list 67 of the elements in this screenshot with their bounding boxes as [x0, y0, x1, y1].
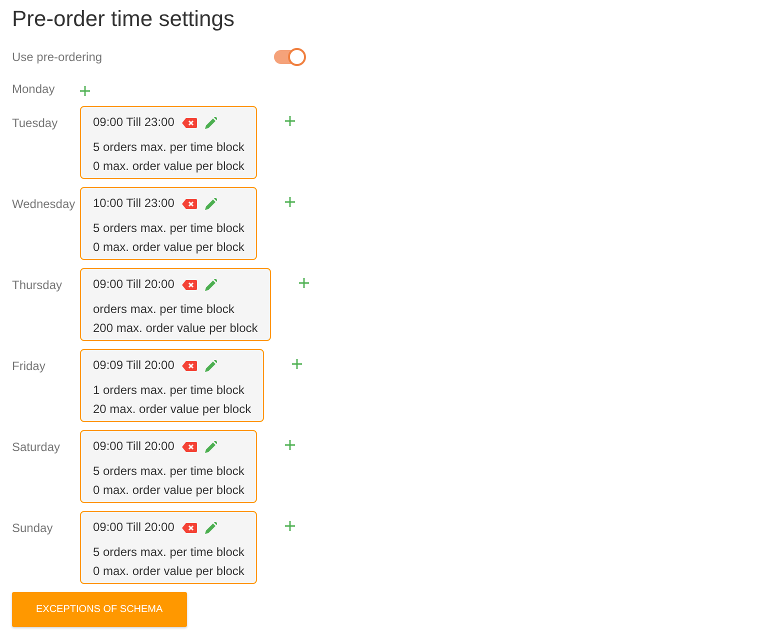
toggle-switch[interactable] [274, 50, 304, 64]
time-range: 10:00 Till 23:00 [93, 195, 174, 212]
day-label: Monday [12, 81, 56, 98]
add-slot-button[interactable] [285, 440, 296, 450]
plus-icon [298, 278, 309, 288]
time-range: 09:00 Till 23:00 [93, 114, 174, 132]
value-limit: 0 max. order value per block [93, 563, 244, 580]
value-limit: 20 max. order value per block [93, 401, 252, 418]
time-range: 09:00 Till 20:00 [93, 519, 174, 536]
day-label: Saturday [12, 439, 62, 456]
add-slot-button[interactable] [80, 86, 90, 96]
edit-button[interactable] [205, 116, 218, 129]
edit-button[interactable] [205, 440, 218, 453]
value-limit: 0 max. order value per block [93, 239, 244, 256]
add-slot-button[interactable] [292, 359, 302, 370]
orders-limit: 5 orders max. per time block [93, 220, 244, 238]
time-range: 09:00 Till 20:00 [93, 276, 174, 294]
delete-tag-icon [182, 442, 198, 452]
delete-button[interactable] [182, 118, 198, 128]
add-slot-button[interactable] [298, 278, 309, 288]
exceptions-button[interactable]: EXCEPTIONS OF SCHEMA [12, 592, 187, 628]
edit-button[interactable] [205, 360, 218, 372]
orders-limit: 1 orders max. per time block [93, 382, 246, 400]
time-range: 09:00 Till 20:00 [93, 438, 174, 456]
orders-limit: 5 orders max. per time block [93, 139, 244, 156]
value-limit: 0 max. order value per block [93, 158, 244, 176]
page-title: Pre-order time settings [12, 6, 236, 32]
orders-limit: 5 orders max. per time block [93, 463, 244, 480]
pencil-icon [205, 360, 218, 372]
delete-button[interactable] [182, 442, 198, 452]
edit-button[interactable] [205, 198, 218, 210]
setting-label: Use pre-ordering [12, 49, 102, 66]
add-slot-button[interactable] [285, 116, 296, 126]
value-limit: 200 max. order value per block [93, 320, 258, 338]
day-label: Friday [12, 358, 46, 376]
orders-limit: orders max. per time block [93, 301, 236, 318]
day-label: Sunday [12, 520, 54, 538]
delete-tag-icon [182, 198, 198, 209]
delete-tag-icon [182, 522, 198, 533]
delete-tag-icon [182, 280, 198, 290]
value-limit: 0 max. order value per block [93, 482, 244, 500]
delete-button[interactable] [182, 280, 198, 290]
orders-limit: 5 orders max. per time block [93, 544, 244, 562]
pencil-icon [205, 116, 218, 129]
day-label: Thursday [12, 277, 64, 294]
add-slot-button[interactable] [285, 197, 296, 208]
pencil-icon [205, 440, 218, 453]
plus-icon [285, 440, 296, 450]
add-slot-button[interactable] [285, 521, 296, 532]
plus-icon [80, 86, 90, 96]
edit-button[interactable] [205, 278, 218, 291]
pencil-icon [205, 278, 218, 291]
delete-button[interactable] [182, 522, 198, 533]
delete-button[interactable] [182, 360, 198, 371]
day-label: Tuesday [12, 115, 59, 132]
delete-button[interactable] [182, 198, 198, 209]
day-label: Wednesday [12, 196, 76, 214]
plus-icon [285, 197, 296, 208]
pencil-icon [205, 522, 218, 534]
plus-icon [285, 116, 296, 126]
delete-tag-icon [182, 118, 198, 128]
edit-button[interactable] [205, 522, 218, 534]
time-range: 09:09 Till 20:00 [93, 357, 174, 374]
pencil-icon [205, 198, 218, 210]
plus-icon [292, 359, 302, 370]
plus-icon [285, 521, 296, 532]
delete-tag-icon [182, 360, 198, 371]
